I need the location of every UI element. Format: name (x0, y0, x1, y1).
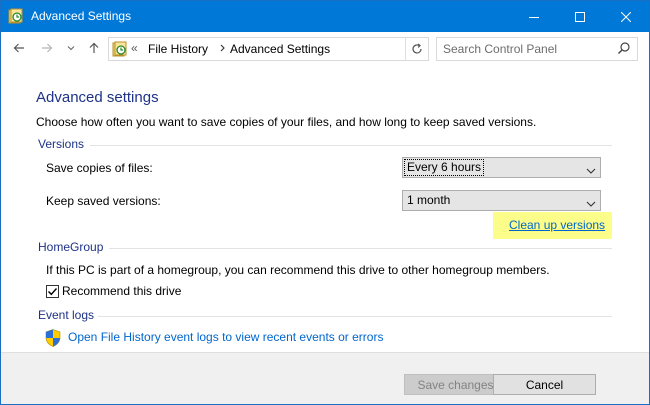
up-button[interactable] (86, 40, 102, 56)
uac-shield-icon (45, 329, 61, 347)
recent-locations-button[interactable] (63, 40, 79, 56)
chevron-down-icon (586, 197, 596, 211)
chevron-down-icon (67, 46, 75, 51)
back-button[interactable] (11, 40, 27, 56)
save-changes-button[interactable]: Save changes (404, 374, 507, 395)
keep-versions-label: Keep saved versions: (46, 194, 161, 208)
page-title: Advanced settings (36, 89, 159, 106)
forward-arrow-icon (42, 43, 53, 53)
file-history-small-icon (112, 41, 128, 57)
versions-divider (90, 145, 612, 146)
breadcrumb-advanced-settings[interactable]: Advanced Settings (230, 42, 330, 56)
breadcrumb-separator-icon[interactable] (219, 41, 227, 58)
homegroup-description: If this PC is part of a homegroup, you c… (46, 263, 550, 277)
up-arrow-icon (89, 42, 99, 53)
open-event-logs-link[interactable]: Open File History event logs to view rec… (68, 330, 383, 344)
breadcrumb-file-history[interactable]: File History (148, 42, 208, 56)
intro-text: Choose how often you want to save copies… (36, 115, 537, 129)
clean-up-versions-link[interactable]: Clean up versions (509, 218, 605, 232)
recommend-drive-label[interactable]: Recommend this drive (62, 284, 181, 298)
cancel-button[interactable]: Cancel (493, 374, 596, 395)
save-copies-label: Save copies of files: (46, 161, 153, 175)
chevron-down-icon (586, 164, 596, 178)
save-copies-dropdown[interactable]: Every 6 hours (402, 157, 601, 178)
window-title: Advanced Settings (31, 9, 132, 23)
overflow-chevron[interactable]: « (131, 41, 138, 55)
minimize-button[interactable] (511, 1, 557, 32)
close-button[interactable] (603, 1, 649, 32)
maximize-button[interactable] (557, 1, 603, 32)
address-bar[interactable]: « File History Advanced Settings (108, 37, 429, 61)
event-logs-divider (98, 316, 612, 317)
homegroup-divider (109, 248, 612, 249)
back-arrow-icon (13, 43, 24, 53)
search-icon[interactable] (617, 41, 631, 58)
footer-bar: Save changes Cancel (1, 352, 649, 404)
file-history-icon (8, 8, 24, 24)
main-content: Advanced settings Choose how often you w… (1, 64, 649, 352)
navigation-bar: « File History Advanced Settings (1, 32, 649, 64)
search-input[interactable] (443, 41, 603, 57)
versions-section-title: Versions (38, 137, 85, 151)
recommend-drive-checkbox[interactable] (46, 285, 59, 298)
refresh-button[interactable] (405, 38, 428, 60)
homegroup-section-title: HomeGroup (38, 240, 104, 254)
save-copies-value: Every 6 hours (403, 159, 485, 176)
refresh-icon (412, 43, 422, 54)
checkmark-icon (48, 288, 58, 296)
event-logs-section-title: Event logs (38, 308, 95, 322)
search-box[interactable] (436, 37, 638, 61)
keep-versions-value: 1 month (407, 193, 451, 207)
title-bar[interactable]: Advanced Settings (1, 1, 649, 32)
forward-button[interactable] (39, 40, 55, 56)
keep-versions-dropdown[interactable]: 1 month (402, 190, 601, 211)
advanced-settings-window: Advanced Settings « File History Advance… (0, 0, 650, 405)
